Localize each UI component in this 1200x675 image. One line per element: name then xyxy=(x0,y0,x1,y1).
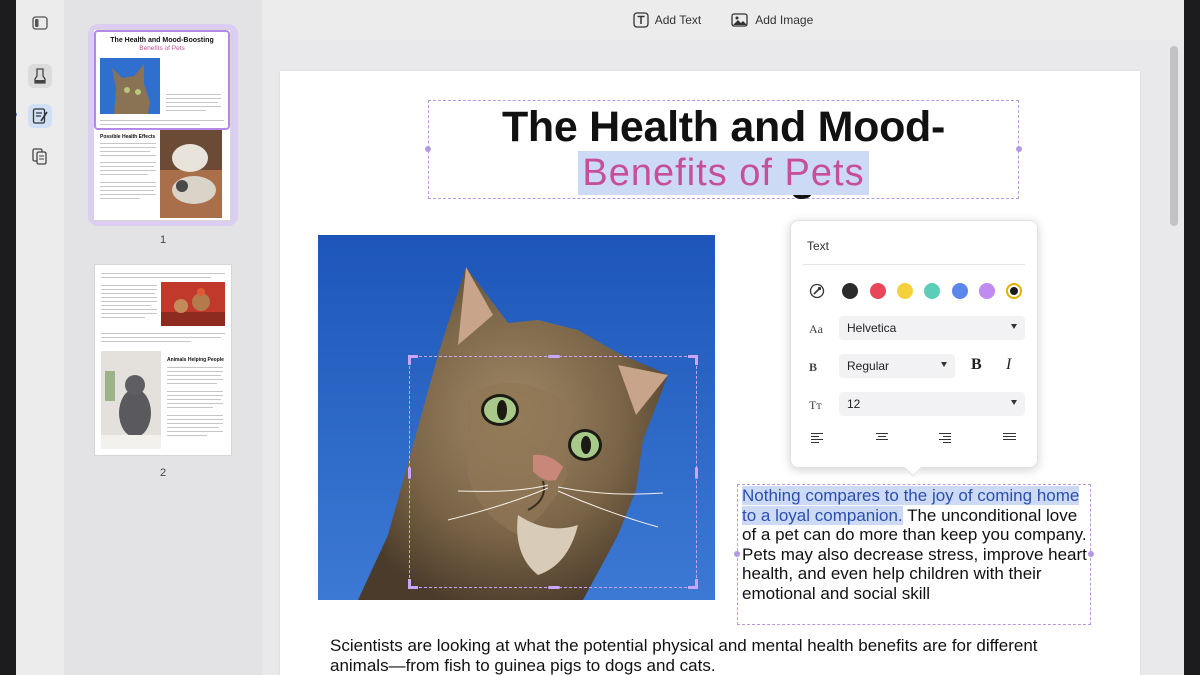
text-format-popover: Text Aa Helvetica B Regular B I Tт 12 xyxy=(790,220,1038,477)
top-toolbar: Add Text Add Image xyxy=(262,0,1184,40)
color-swatch-selected[interactable] xyxy=(1006,283,1022,299)
thumbnail-page-2[interactable]: Animals Helping People xyxy=(95,265,245,455)
document-page: The Health and Mood-Boosting Benefits of… xyxy=(280,71,1140,675)
thumbnail-section-heading: Animals Helping People xyxy=(167,357,224,363)
body-paragraph[interactable]: Scientists are looking at what the poten… xyxy=(330,636,1090,675)
add-image-icon xyxy=(731,13,748,27)
font-size-select[interactable]: 12 xyxy=(839,392,1025,416)
italic-button[interactable]: I xyxy=(1006,356,1011,374)
align-left-icon[interactable] xyxy=(811,433,825,445)
tool-rail xyxy=(16,0,64,675)
title-text-box[interactable]: The Health and Mood-Boosting Benefits of… xyxy=(425,100,1022,200)
thumbnail-page-2-preview: Animals Helping People xyxy=(95,265,231,455)
add-text-label: Add Text xyxy=(654,13,702,27)
page-subtitle[interactable]: Benefits of Pets xyxy=(578,151,869,195)
document-viewport: The Health and Mood-Boosting Benefits of… xyxy=(262,40,1184,675)
crop-corner-handle[interactable] xyxy=(688,579,698,589)
color-swatch-red[interactable] xyxy=(870,283,886,299)
popover-title: Text xyxy=(807,239,830,253)
align-justify-icon[interactable] xyxy=(1003,433,1017,445)
font-family-icon: Aa xyxy=(809,322,823,336)
font-weight-select[interactable]: Regular xyxy=(839,354,955,378)
thumbnail-page-1-preview: The Health and Mood-Boosting Benefits of… xyxy=(94,30,230,220)
font-size-value: 12 xyxy=(847,397,861,411)
color-picker-icon[interactable] xyxy=(809,283,825,299)
thumbnail-page-number: 2 xyxy=(159,467,167,479)
thumbnail-section-heading: Possible Health Effects xyxy=(100,134,156,140)
body-text-box[interactable]: Nothing compares to the joy of coming ho… xyxy=(734,484,1094,625)
color-swatch-purple[interactable] xyxy=(979,283,995,299)
resize-handle[interactable] xyxy=(1088,551,1094,557)
image-crop-frame[interactable] xyxy=(408,355,698,589)
color-swatch-teal[interactable] xyxy=(924,283,940,299)
font-size-icon: Tт xyxy=(809,398,822,412)
vertical-scrollbar[interactable] xyxy=(1170,46,1178,226)
color-swatch-black[interactable] xyxy=(842,283,858,299)
thumbnail-pets-image xyxy=(160,130,222,218)
sidebar-toggle-icon[interactable] xyxy=(28,11,52,35)
organize-pages-tool-icon[interactable] xyxy=(28,144,52,168)
crop-edge-handle[interactable] xyxy=(548,355,560,358)
color-swatch-yellow[interactable] xyxy=(897,283,913,299)
add-text-icon xyxy=(633,12,649,28)
thumbnail-gray-cat-image xyxy=(101,351,161,449)
thumbnail-dogs-image xyxy=(161,282,225,326)
bold-button[interactable]: B xyxy=(971,356,982,374)
add-image-label: Add Image xyxy=(755,13,814,27)
thumbnail-cat-image xyxy=(100,58,160,114)
thumbnail-subtitle: Benefits of Pets xyxy=(139,45,185,52)
crop-edge-handle[interactable] xyxy=(695,467,698,479)
resize-handle[interactable] xyxy=(1016,146,1022,152)
highlighter-tool-icon[interactable] xyxy=(28,64,52,88)
crop-corner-handle[interactable] xyxy=(408,579,418,589)
edit-text-tool-icon[interactable] xyxy=(28,104,52,128)
add-image-button[interactable]: Add Image xyxy=(731,12,813,28)
color-swatch-blue[interactable] xyxy=(952,283,968,299)
font-weight-icon: B xyxy=(809,360,818,374)
resize-handle[interactable] xyxy=(734,551,740,557)
thumbnail-page-number: 1 xyxy=(159,234,167,246)
font-family-value: Helvetica xyxy=(847,321,897,335)
thumbnail-title: The Health and Mood-Boosting xyxy=(110,37,214,44)
crop-edge-handle[interactable] xyxy=(548,586,560,589)
font-family-select[interactable]: Helvetica xyxy=(839,316,1025,340)
crop-edge-handle[interactable] xyxy=(408,467,411,479)
add-text-button[interactable]: Add Text xyxy=(633,12,701,28)
page-thumbnails-panel: The Health and Mood-Boosting Benefits of… xyxy=(64,0,262,675)
font-weight-value: Regular xyxy=(847,359,890,373)
crop-corner-handle[interactable] xyxy=(688,355,698,365)
active-tool-indicator xyxy=(16,112,17,117)
crop-corner-handle[interactable] xyxy=(408,355,418,365)
app-window: The Health and Mood-Boosting Benefits of… xyxy=(16,0,1184,675)
resize-handle[interactable] xyxy=(425,146,431,152)
align-center-icon[interactable] xyxy=(875,433,889,445)
align-right-icon[interactable] xyxy=(939,433,953,445)
thumbnail-page-1[interactable]: The Health and Mood-Boosting Benefits of… xyxy=(88,24,238,226)
